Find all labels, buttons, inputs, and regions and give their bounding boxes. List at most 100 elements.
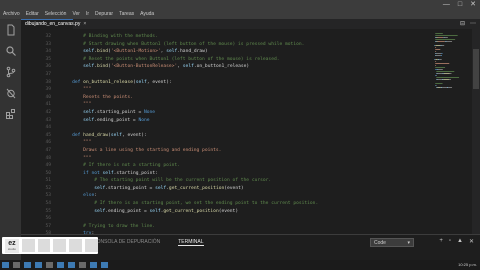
code-token: """ <box>61 140 92 146</box>
code-token: .ending_point = <box>105 208 150 214</box>
minimap-stroke <box>446 41 453 42</box>
taskbar-app-icon[interactable] <box>101 262 108 268</box>
menu-archivo[interactable]: Archivo <box>3 9 20 19</box>
vertical-scrollbar[interactable] <box>472 29 480 234</box>
search-icon[interactable] <box>0 40 21 61</box>
minimap-stroke <box>448 87 453 88</box>
code-token: (event) <box>218 208 239 214</box>
minimap-stroke <box>435 55 437 56</box>
minimap-stroke <box>435 53 437 54</box>
minimap-stroke <box>435 51 437 52</box>
scrollbar-thumb[interactable] <box>473 49 479 89</box>
title-bar: — □ ✕ <box>0 0 480 9</box>
minimap-stroke <box>435 49 441 50</box>
menu-ir[interactable]: Ir <box>86 9 89 19</box>
code-token: # If there is not a starting point. <box>61 163 180 169</box>
code-line: self.bind('<Button-ButtonRelease>', self… <box>61 63 431 71</box>
source-control-icon[interactable] <box>0 61 21 82</box>
new-terminal-icon[interactable]: + <box>439 238 443 245</box>
code-token: self <box>166 49 178 55</box>
minimap-stroke <box>437 69 439 70</box>
extensions-icon[interactable] <box>0 103 21 124</box>
code-token: .hand_draw) <box>177 49 208 55</box>
minimap[interactable] <box>431 29 472 234</box>
code-line: """ <box>61 155 431 163</box>
code-area[interactable]: # Binding with the methods. # Start draw… <box>61 33 431 234</box>
minimap-stroke <box>434 45 435 46</box>
chevron-down-icon: ▾ <box>407 239 410 246</box>
overlay-tile <box>85 239 98 252</box>
menu-depurar[interactable]: Depurar <box>95 9 113 19</box>
code-token: .on_button1_release) <box>193 64 250 70</box>
menu-seleccion[interactable]: Selección <box>45 9 67 19</box>
code-line: # The starting point will be the current… <box>61 177 431 185</box>
code-line: self.bind('<Button1-Motion>', self.hand_… <box>61 48 431 56</box>
minimap-stroke <box>449 73 452 74</box>
code-token: self <box>110 132 122 138</box>
taskbar-app-icon[interactable] <box>57 262 64 268</box>
taskbar-app-icon[interactable] <box>2 262 9 268</box>
code-token: self <box>61 49 95 55</box>
code-line: def hand_draw(self, event): <box>61 132 431 140</box>
overlay-tile <box>69 239 83 252</box>
close-icon[interactable]: × <box>83 20 86 29</box>
code-token: self <box>155 185 167 191</box>
minimap-stroke <box>435 39 456 40</box>
taskbar-app-icon[interactable] <box>79 262 86 268</box>
minimap-stroke <box>444 37 448 38</box>
maximize-panel-icon[interactable]: ▲ <box>457 238 463 245</box>
taskbar-app-icon[interactable] <box>46 262 53 268</box>
tab-debug-console[interactable]: CONSOLA DE DEPURACIÓN <box>93 239 160 246</box>
minimap-stroke <box>440 55 442 56</box>
minimap-stroke <box>434 59 435 60</box>
menu-editar[interactable]: Editar <box>26 9 39 19</box>
taskbar-app-icon[interactable] <box>90 262 97 268</box>
minimap-stroke <box>435 75 437 76</box>
code-token: # If there is an starting point, we set … <box>61 201 319 207</box>
code-line: Draws a line using the starting and endi… <box>61 147 431 155</box>
debug-icon[interactable] <box>0 82 21 103</box>
code-token: , event): <box>121 132 147 138</box>
code-token: self <box>61 208 106 214</box>
close-window-button[interactable]: ✕ <box>470 0 476 9</box>
more-actions-icon[interactable]: ⋯ <box>470 19 476 29</box>
line-number: 39 <box>45 87 51 93</box>
kill-terminal-icon[interactable]: ▫ <box>449 238 451 245</box>
tab-dibujando-en-canvas[interactable]: dibujando_en_canvas.py × <box>21 19 86 29</box>
code-token: get_current_position <box>163 208 219 214</box>
menu-ver[interactable]: Ver <box>72 9 80 19</box>
code-editor[interactable]: 32 33 34 35 36 37 38 39 40 41 42 43 44 45 46 47 48 49 50 51… <box>21 29 431 234</box>
split-editor-icon[interactable]: ⊟ <box>460 19 465 29</box>
menu-tareas[interactable]: Tareas <box>119 9 134 19</box>
taskbar-app-icon[interactable] <box>35 262 42 268</box>
files-icon[interactable] <box>0 19 21 40</box>
terminal-select[interactable]: Code ▾ <box>370 238 414 247</box>
line-number: 35 <box>45 56 51 62</box>
minimap-stroke <box>444 41 446 42</box>
line-number: 49 <box>45 163 51 169</box>
code-line: # Start drawing when Button1 (left butto… <box>61 41 431 49</box>
code-token: self <box>102 170 114 176</box>
taskbar-app-icon[interactable] <box>24 262 31 268</box>
code-token: self <box>61 185 106 191</box>
taskbar-app-icon[interactable] <box>68 262 75 268</box>
code-token: self <box>61 117 95 123</box>
logo-text: ez <box>8 240 16 247</box>
tab-terminal[interactable]: TERMINAL <box>178 239 204 246</box>
taskbar-app-icon[interactable] <box>13 262 20 268</box>
overlay-tile <box>53 239 67 252</box>
maximize-button[interactable]: □ <box>458 0 462 9</box>
code-token: .ending_point = <box>94 117 139 123</box>
close-panel-icon[interactable]: ✕ <box>469 238 474 245</box>
line-number: 51 <box>45 178 51 184</box>
code-line: # Binding with the methods. <box>61 33 431 41</box>
minimap-stroke <box>443 37 445 38</box>
menu-ayuda[interactable]: Ayuda <box>140 9 154 19</box>
line-number-gutter: 32 33 34 35 36 37 38 39 40 41 42 43 44 45 46 47 48 49 50 51… <box>21 33 57 234</box>
minimap-stroke <box>435 37 437 38</box>
minimize-button[interactable]: — <box>443 0 450 9</box>
